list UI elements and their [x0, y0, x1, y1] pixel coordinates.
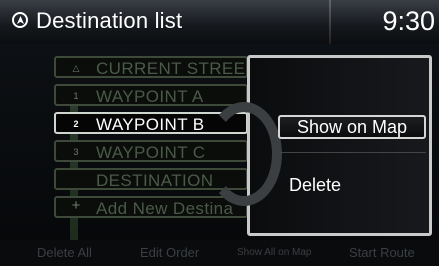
- clock: 9:30: [382, 6, 435, 36]
- list-item-label: WAYPOINT B: [96, 115, 205, 134]
- list-item-label: DESTINATION: [96, 171, 214, 190]
- show-all-on-map-button[interactable]: Show All on Map: [237, 247, 312, 258]
- header-divider: [329, 0, 331, 44]
- list-item-number: 1: [73, 91, 79, 101]
- plus-icon: +: [71, 197, 81, 214]
- add-new-destination-button[interactable]: + Add New Destina: [54, 196, 248, 218]
- header-bar: Destination list 9:30: [0, 0, 439, 45]
- list-item-label: Add New Destina: [96, 199, 234, 218]
- list-item-current-street[interactable]: △ CURRENT STREE: [54, 56, 248, 78]
- list-item-label: WAYPOINT C: [96, 143, 206, 162]
- popup-divider: [280, 152, 426, 153]
- edit-order-button[interactable]: Edit Order: [140, 245, 199, 260]
- start-route-button[interactable]: Start Route: [349, 245, 415, 260]
- bottom-toolbar: Delete All Edit Order Show All on Map St…: [0, 240, 439, 266]
- triangle-icon: △: [72, 63, 80, 73]
- page-title: Destination list: [36, 8, 183, 33]
- show-on-map-button[interactable]: Show on Map: [278, 115, 426, 139]
- delete-button[interactable]: Delete: [289, 175, 341, 196]
- delete-all-button[interactable]: Delete All: [37, 245, 92, 260]
- navigation-icon: [12, 12, 28, 28]
- list-item-label: WAYPOINT A: [96, 87, 204, 106]
- list-item-label: CURRENT STREE: [96, 59, 246, 78]
- list-item-number: 3: [73, 147, 79, 157]
- list-item-number: [70, 173, 82, 187]
- list-item-waypoint-a[interactable]: 1 WAYPOINT A: [54, 84, 248, 106]
- context-popup: Show on Map Delete: [206, 55, 432, 236]
- list-item-number: 2: [73, 119, 79, 129]
- dial-arc-decoration: [206, 102, 282, 206]
